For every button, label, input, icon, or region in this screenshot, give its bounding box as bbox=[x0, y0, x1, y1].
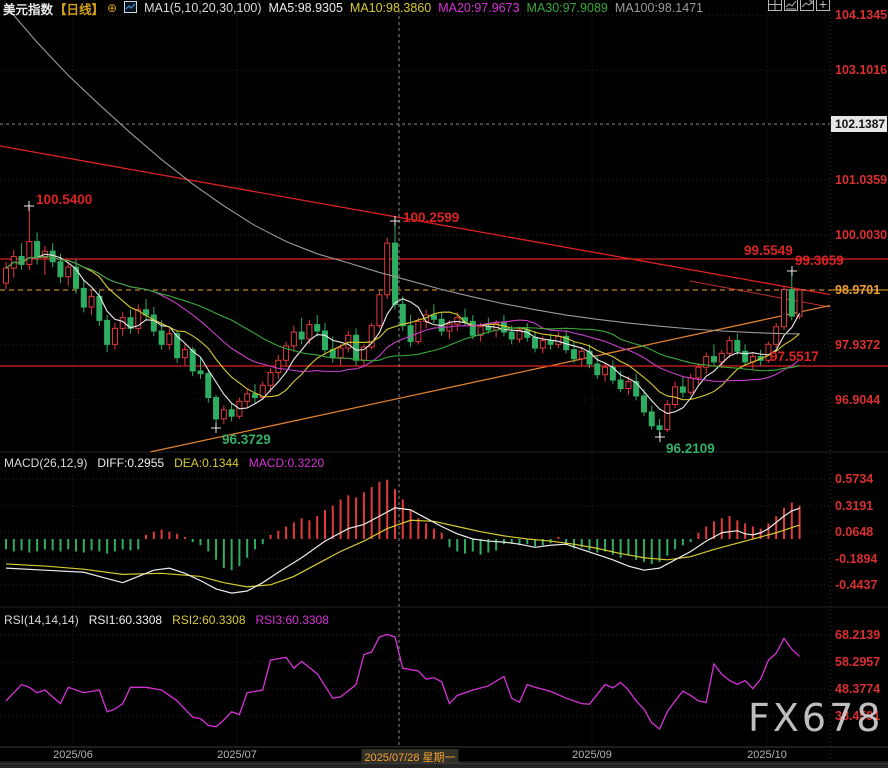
rsi-axis-label: 58.2957 bbox=[835, 655, 880, 669]
month-label-jul: 2025/07 bbox=[217, 749, 257, 761]
macd-axis-label: 0.0648 bbox=[835, 525, 873, 539]
ma100-value: MA100:98.1471 bbox=[615, 1, 703, 15]
rsi2-value: RSI2:60.3308 bbox=[172, 613, 245, 627]
month-label-oct: 2025/10 bbox=[747, 749, 787, 761]
price-annotation: 99.3659 bbox=[795, 253, 844, 268]
chart-window: 美元指数【日线】⊕ MA1(5,10,20,30,100) MA5:98.930… bbox=[0, 0, 888, 768]
rsi1-value: RSI1:60.3308 bbox=[89, 613, 162, 627]
indicator-pane-icon[interactable] bbox=[784, 0, 798, 11]
rsi-axis-label: 48.3774 bbox=[835, 682, 880, 696]
crosshair bbox=[0, 10, 830, 747]
ma10-value: MA10:98.3860 bbox=[350, 1, 431, 15]
macd-dea-value: DEA:0.1344 bbox=[174, 456, 239, 470]
fx678-watermark: FX678 bbox=[748, 696, 883, 740]
macd-axis-label: 0.3191 bbox=[835, 499, 873, 513]
price-annotation: 99.5549 bbox=[744, 243, 793, 258]
macd-axis-label: -0.1894 bbox=[835, 552, 877, 566]
rsi-axis-label: 68.2139 bbox=[835, 628, 880, 642]
axis-label: 101.0359 bbox=[835, 173, 887, 187]
rsi-pane bbox=[6, 634, 800, 728]
price-annotation: 96.3729 bbox=[222, 432, 271, 447]
macd-hist-value: MACD:0.3220 bbox=[249, 456, 324, 470]
bottom-scrollbar[interactable] bbox=[0, 763, 888, 768]
grid-layout-icon[interactable] bbox=[768, 0, 782, 11]
macd-axis-label: 0.5734 bbox=[835, 472, 873, 486]
price-annotation: 100.2599 bbox=[403, 210, 459, 225]
macd-name[interactable]: MACD(26,12,9) bbox=[4, 456, 87, 470]
price-annotation: 100.5400 bbox=[36, 192, 92, 207]
rsi3-value: RSI3:60.3308 bbox=[256, 613, 329, 627]
grid-layer bbox=[0, 10, 888, 762]
macd-axis-label: -0.4437 bbox=[835, 578, 877, 592]
price-annotation: 97.5517 bbox=[770, 349, 819, 364]
axis-label: 103.1016 bbox=[835, 63, 887, 77]
time-axis[interactable]: 2025/06 2025/07 2025/07/28 星期一 2025/09 2… bbox=[0, 748, 888, 763]
ma20-value: MA20:97.9673 bbox=[438, 1, 519, 15]
crosshair-price-tag: 102.1387 bbox=[831, 116, 887, 132]
macd-diff-value: DIFF:0.2955 bbox=[97, 456, 164, 470]
rsi-name[interactable]: RSI(14,14,14) bbox=[4, 613, 79, 627]
trendline-layer[interactable] bbox=[0, 146, 888, 452]
axis-label: 104.1345 bbox=[835, 8, 887, 22]
corner-toolbar bbox=[768, 0, 830, 11]
ma30-value: MA30:97.9089 bbox=[527, 1, 608, 15]
new-pane-icon[interactable] bbox=[816, 0, 830, 11]
add-indicator-icon[interactable]: ⊕ bbox=[107, 1, 117, 15]
month-label-jun: 2025/06 bbox=[53, 749, 93, 761]
annotations-layer: 100.5400 100.2599 96.3729 96.2109 99.554999.… bbox=[24, 192, 844, 456]
chart-type-icon[interactable] bbox=[124, 1, 137, 16]
period-label[interactable]: 【日线】 bbox=[54, 0, 104, 18]
macd-label-row: MACD(26,12,9) DIFF:0.2955 DEA:0.1344 MAC… bbox=[4, 456, 324, 470]
chart-canvas[interactable]: 104.1345103.1016102.0687101.0359100.0030… bbox=[0, 0, 888, 768]
macd-pane bbox=[6, 480, 800, 593]
price-annotation: 96.2109 bbox=[666, 441, 715, 456]
current-price-label: 98.9701 bbox=[835, 283, 880, 297]
symbol-name: 美元指数 bbox=[3, 0, 53, 18]
secondary-chart-icon[interactable] bbox=[800, 0, 814, 11]
svg-text:102.1387: 102.1387 bbox=[835, 117, 885, 131]
chart-header: 美元指数【日线】⊕ MA1(5,10,20,30,100) MA5:98.930… bbox=[3, 1, 703, 15]
axis-label: 97.9372 bbox=[835, 338, 880, 352]
rsi-label-row: RSI(14,14,14) RSI1:60.3308 RSI2:60.3308 … bbox=[4, 613, 329, 627]
axis-label: 96.9044 bbox=[835, 393, 880, 407]
month-label-sep: 2025/09 bbox=[572, 749, 612, 761]
ma-group-label[interactable]: MA1(5,10,20,30,100) bbox=[144, 1, 261, 15]
ma5-value: MA5:98.9305 bbox=[269, 1, 343, 15]
axis-label: 100.0030 bbox=[835, 228, 887, 242]
